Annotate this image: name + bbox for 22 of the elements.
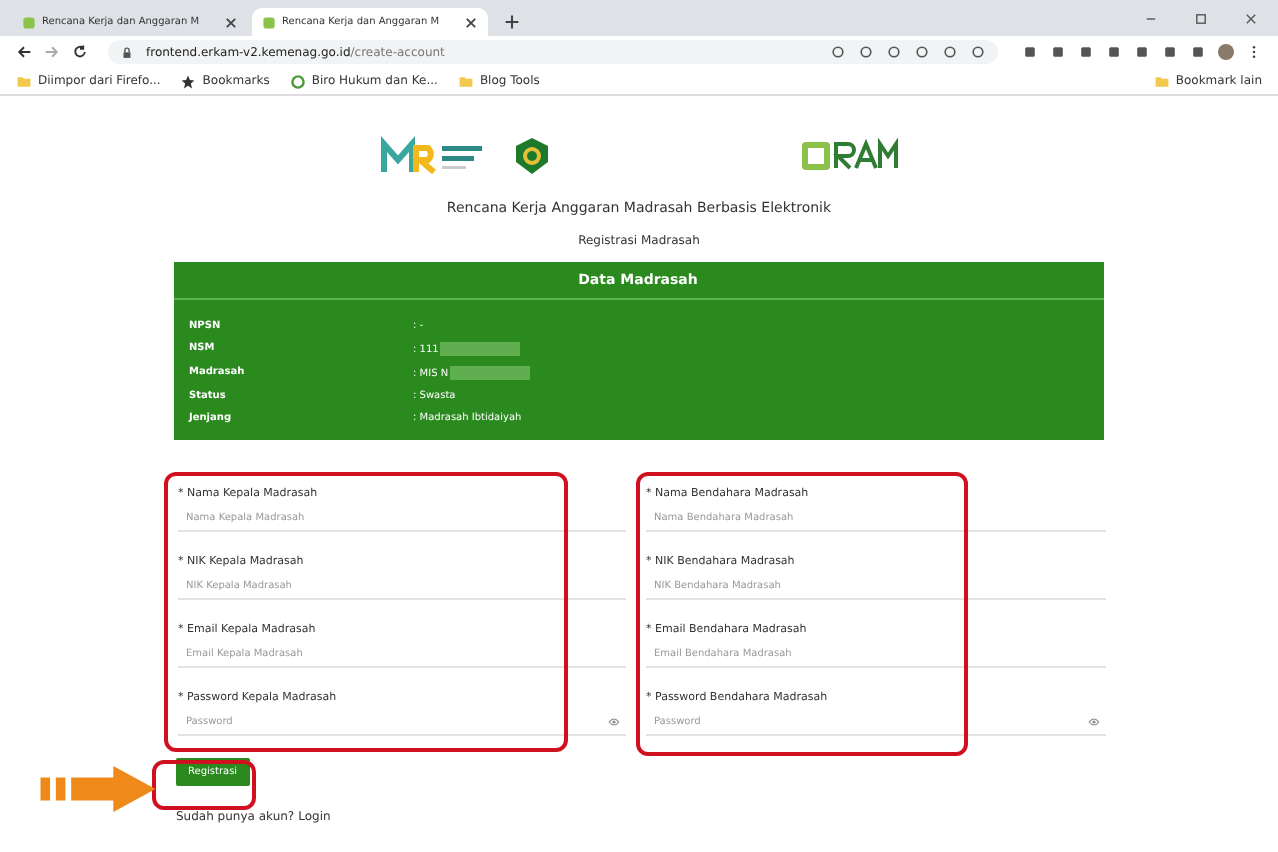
back-icon[interactable] (16, 44, 32, 60)
eye-icon[interactable] (608, 716, 620, 728)
redacted-block (440, 342, 521, 356)
close-icon[interactable] (224, 15, 238, 29)
highlight-frame (152, 760, 256, 810)
avatar-icon[interactable] (1218, 44, 1234, 60)
folder-icon (457, 73, 474, 89)
erkam-logo (799, 138, 899, 174)
maximize-icon[interactable] (1194, 12, 1208, 26)
close-icon[interactable] (464, 15, 478, 29)
emblem-logo (511, 136, 551, 176)
lock-icon[interactable] (120, 45, 134, 59)
reload-icon[interactable] (72, 44, 88, 60)
redacted-block (450, 366, 531, 380)
minimize-icon[interactable] (1144, 12, 1158, 26)
eye-icon[interactable] (1088, 716, 1100, 728)
globe-icon (289, 73, 306, 89)
close-icon[interactable] (1244, 12, 1258, 26)
folder-icon (16, 73, 32, 89)
new-tab-icon[interactable] (504, 14, 520, 30)
arrow-icon (40, 766, 156, 812)
folder-icon (1153, 73, 1170, 89)
